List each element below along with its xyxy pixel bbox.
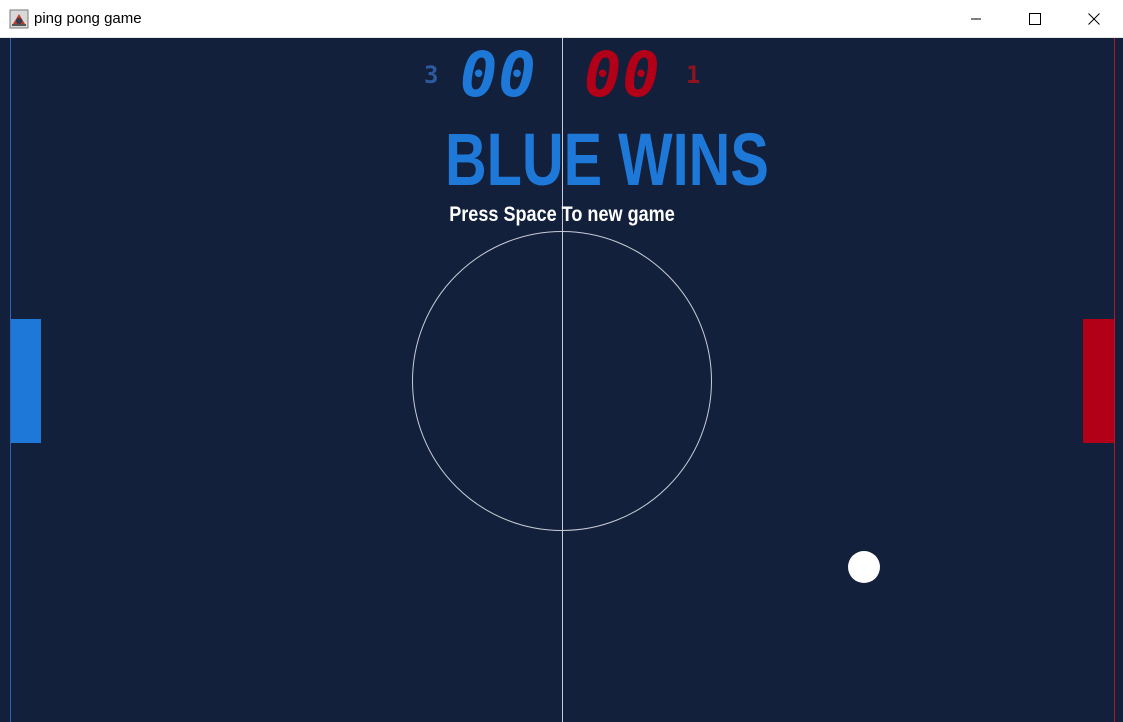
minimize-icon <box>971 18 981 20</box>
maximize-icon <box>1029 13 1041 25</box>
blue-games-won: 3 <box>424 61 439 89</box>
red-goal-line <box>1114 38 1115 722</box>
maximize-button[interactable] <box>1006 0 1064 38</box>
title-bar[interactable]: ping pong game <box>0 0 1123 38</box>
close-icon <box>1088 13 1100 25</box>
red-paddle[interactable] <box>1083 319 1114 443</box>
java-cup-icon <box>9 9 29 29</box>
red-score: 00 <box>584 38 661 111</box>
window-title: ping pong game <box>34 10 142 27</box>
game-window: ping pong game 3 00 00 1 BLUE WINS Press… <box>0 0 1123 722</box>
red-games-won: 1 <box>686 61 701 89</box>
game-court[interactable]: 3 00 00 1 BLUE WINS Press Space To new g… <box>0 38 1123 722</box>
new-game-hint: Press Space To new game <box>449 203 675 226</box>
blue-paddle[interactable] <box>11 319 41 443</box>
ball <box>848 551 880 583</box>
minimize-button[interactable] <box>947 0 1005 38</box>
center-circle <box>412 231 712 531</box>
blue-score: 00 <box>460 38 537 111</box>
close-button[interactable] <box>1065 0 1123 38</box>
winner-message: BLUE WINS <box>445 118 769 201</box>
